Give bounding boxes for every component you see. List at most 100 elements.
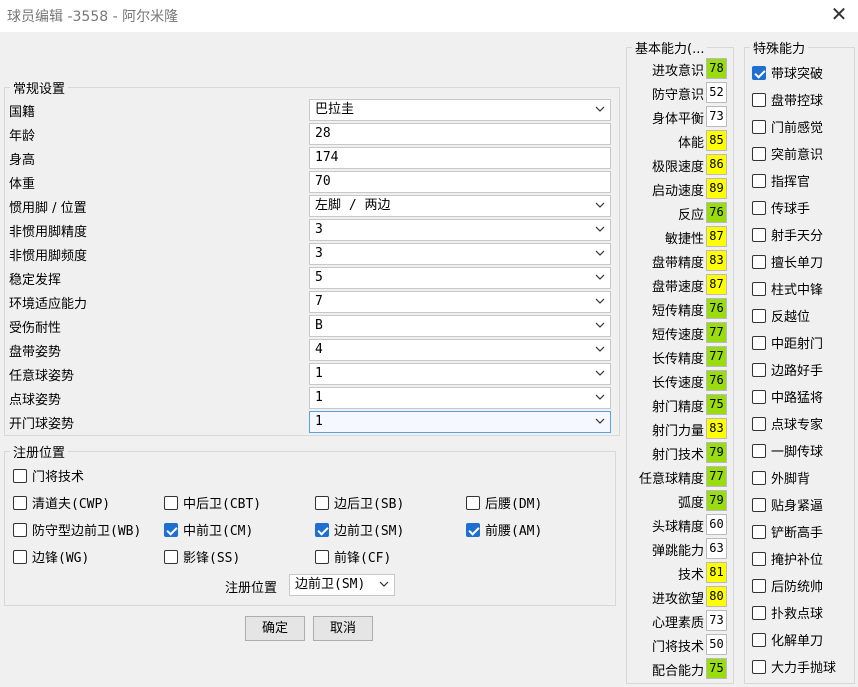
- checkbox-box[interactable]: [315, 549, 329, 564]
- checkbox-box[interactable]: [752, 173, 766, 188]
- special-ability-checkbox[interactable]: 指挥官: [752, 171, 810, 190]
- special-ability-checkbox[interactable]: 擅长单刀: [752, 252, 823, 271]
- position-checkbox[interactable]: 影锋(SS): [164, 547, 240, 566]
- stat-value[interactable]: 87: [706, 274, 727, 295]
- close-icon[interactable]: ✕: [828, 3, 850, 25]
- stat-value[interactable]: 63: [706, 538, 727, 559]
- special-ability-checkbox[interactable]: 柱式中锋: [752, 279, 823, 298]
- select-field[interactable]: 1: [309, 387, 611, 409]
- select-field[interactable]: 5: [309, 267, 611, 289]
- ok-button[interactable]: 确定: [245, 616, 305, 641]
- checkbox-box[interactable]: [752, 254, 766, 269]
- special-ability-checkbox[interactable]: 边路好手: [752, 360, 823, 379]
- checkbox-box[interactable]: [752, 227, 766, 242]
- special-ability-checkbox[interactable]: 门前感觉: [752, 117, 823, 136]
- checkbox-box[interactable]: [752, 551, 766, 566]
- stat-value[interactable]: 77: [706, 466, 727, 487]
- checkbox-box[interactable]: [752, 200, 766, 215]
- stat-value[interactable]: 77: [706, 346, 727, 367]
- stat-value[interactable]: 80: [706, 586, 727, 607]
- select-field[interactable]: 巴拉圭: [309, 99, 611, 121]
- checkbox-box[interactable]: [752, 281, 766, 296]
- checkbox-box[interactable]: [752, 497, 766, 512]
- stat-value[interactable]: 78: [706, 58, 727, 79]
- checkbox-box[interactable]: [164, 549, 178, 564]
- special-ability-checkbox[interactable]: 点球专家: [752, 414, 823, 433]
- position-checkbox[interactable]: 前锋(CF): [315, 547, 391, 566]
- stat-value[interactable]: 52: [706, 82, 727, 103]
- special-ability-checkbox[interactable]: 一脚传球: [752, 441, 823, 460]
- checkbox-box[interactable]: [752, 308, 766, 323]
- stat-value[interactable]: 85: [706, 130, 727, 151]
- checkbox-box[interactable]: [466, 522, 480, 537]
- special-ability-checkbox[interactable]: 扑救点球: [752, 603, 823, 622]
- special-ability-checkbox[interactable]: 传球手: [752, 198, 810, 217]
- special-ability-checkbox[interactable]: 贴身紧逼: [752, 495, 823, 514]
- checkbox-box[interactable]: [752, 578, 766, 593]
- select-field[interactable]: B: [309, 315, 611, 337]
- checkbox-box[interactable]: [752, 389, 766, 404]
- special-ability-checkbox[interactable]: 中路猛将: [752, 387, 823, 406]
- select-field[interactable]: 4: [309, 339, 611, 361]
- stat-value[interactable]: 75: [706, 658, 727, 679]
- stat-value[interactable]: 73: [706, 106, 727, 127]
- checkbox-box[interactable]: [752, 416, 766, 431]
- special-ability-checkbox[interactable]: 突前意识: [752, 144, 823, 163]
- checkbox-box[interactable]: [752, 146, 766, 161]
- checkbox-box[interactable]: [13, 495, 27, 510]
- stat-value[interactable]: 86: [706, 154, 727, 175]
- checkbox-box[interactable]: [13, 468, 27, 483]
- position-checkbox[interactable]: 前腰(AM): [466, 520, 542, 539]
- checkbox-box[interactable]: [752, 362, 766, 377]
- text-field[interactable]: 28: [309, 123, 611, 145]
- select-field[interactable]: 1: [309, 363, 611, 385]
- position-checkbox[interactable]: 中后卫(CBT): [164, 493, 261, 512]
- checkbox-box[interactable]: [752, 65, 766, 80]
- special-ability-checkbox[interactable]: 铲断高手: [752, 522, 823, 541]
- stat-value[interactable]: 89: [706, 178, 727, 199]
- select-field[interactable]: 3: [309, 219, 611, 241]
- stat-value[interactable]: 76: [706, 298, 727, 319]
- checkbox-box[interactable]: [752, 335, 766, 350]
- checkbox-box[interactable]: [164, 522, 178, 537]
- text-field[interactable]: 174: [309, 147, 611, 169]
- checkbox-box[interactable]: [752, 524, 766, 539]
- special-ability-checkbox[interactable]: 反越位: [752, 306, 810, 325]
- checkbox-box[interactable]: [752, 632, 766, 647]
- position-checkbox[interactable]: 清道夫(CWP): [13, 493, 110, 512]
- stat-value[interactable]: 87: [706, 226, 727, 247]
- select-field[interactable]: 3: [309, 243, 611, 265]
- stat-value[interactable]: 83: [706, 250, 727, 271]
- special-ability-checkbox[interactable]: 化解单刀: [752, 630, 823, 649]
- position-checkbox[interactable]: 边锋(WG): [13, 547, 89, 566]
- text-field[interactable]: 70: [309, 171, 611, 193]
- checkbox-box[interactable]: [752, 470, 766, 485]
- stat-value[interactable]: 50: [706, 634, 727, 655]
- stat-value[interactable]: 79: [706, 442, 727, 463]
- stat-value[interactable]: 83: [706, 418, 727, 439]
- stat-value[interactable]: 75: [706, 394, 727, 415]
- cancel-button[interactable]: 取消: [313, 616, 373, 641]
- gk-technique-checkbox[interactable]: 门将技术: [13, 466, 84, 485]
- registered-position-select[interactable]: 边前卫(SM): [289, 574, 395, 596]
- special-ability-checkbox[interactable]: 射手天分: [752, 225, 823, 244]
- special-ability-checkbox[interactable]: 外脚背: [752, 468, 810, 487]
- checkbox-box[interactable]: [752, 659, 766, 674]
- stat-value[interactable]: 73: [706, 610, 727, 631]
- checkbox-box[interactable]: [752, 92, 766, 107]
- position-checkbox[interactable]: 防守型边前卫(WB): [13, 520, 141, 539]
- stat-value[interactable]: 79: [706, 490, 727, 511]
- checkbox-box[interactable]: [13, 549, 27, 564]
- position-checkbox[interactable]: 后腰(DM): [466, 493, 542, 512]
- checkbox-box[interactable]: [466, 495, 480, 510]
- stat-value[interactable]: 76: [706, 370, 727, 391]
- special-ability-checkbox[interactable]: 中距射门: [752, 333, 823, 352]
- checkbox-box[interactable]: [315, 522, 329, 537]
- checkbox-box[interactable]: [752, 443, 766, 458]
- stat-value[interactable]: 76: [706, 202, 727, 223]
- select-field[interactable]: 左脚 / 两边: [309, 195, 611, 217]
- stat-value[interactable]: 60: [706, 514, 727, 535]
- stat-value[interactable]: 77: [706, 322, 727, 343]
- position-checkbox[interactable]: 边前卫(SM): [315, 520, 404, 539]
- select-field[interactable]: 1: [309, 411, 611, 433]
